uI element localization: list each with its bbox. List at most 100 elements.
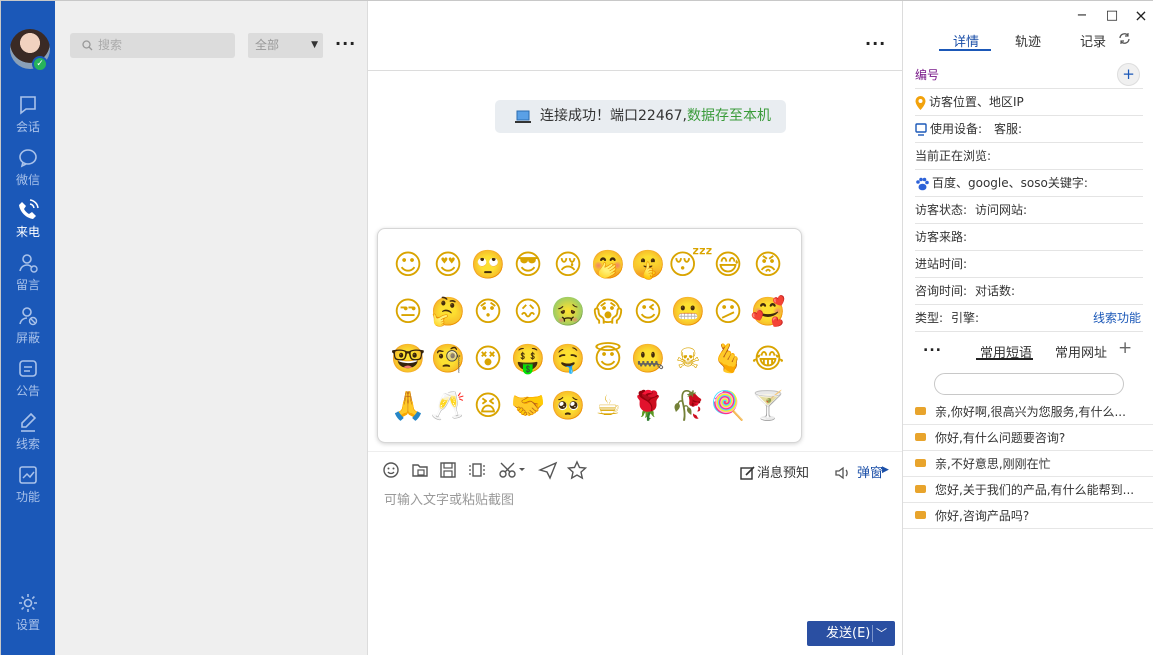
- nav-item-sessions[interactable]: 会话: [1, 94, 55, 135]
- emoji-item[interactable]: 🤑: [508, 337, 548, 384]
- send-arrow-icon[interactable]: [537, 459, 559, 481]
- emoji-item[interactable]: 🥰: [748, 290, 788, 337]
- emoji-item[interactable]: 😱: [588, 290, 628, 337]
- emoji-item[interactable]: 🤓: [388, 337, 428, 384]
- consult-time-label: 咨询时间:: [915, 284, 968, 298]
- emoji-item[interactable]: 😉: [628, 290, 668, 337]
- search-input[interactable]: 搜索: [70, 33, 235, 58]
- filter-select[interactable]: 全部 ▼: [248, 33, 323, 58]
- app-window: ✓ 会话 微信 来电 留言 屏蔽 公告 线索 功能 设置 搜索 全部 ▼ ...…: [0, 0, 1153, 655]
- caret-right-icon[interactable]: ▶: [882, 465, 889, 475]
- emoji-item[interactable]: 🌹: [628, 384, 668, 431]
- tab-common-urls[interactable]: 常用网址: [1055, 342, 1107, 361]
- nav-item-clues[interactable]: 线索: [1, 411, 55, 452]
- speaker-icon: [835, 466, 848, 480]
- nav-item-messages[interactable]: 留言: [1, 252, 55, 293]
- scissors-icon[interactable]: [497, 459, 527, 481]
- emoji-item[interactable]: 😯: [468, 290, 508, 337]
- nav-item-settings[interactable]: 设置: [1, 592, 55, 633]
- agent-label: 客服:: [994, 122, 1023, 136]
- visitor-detail-panel: − □ × 详情 轨迹 记录 编号 + 访客位置、地区IP 使用设备: 客服: 当…: [902, 1, 1153, 655]
- emoji-item[interactable]: 😍: [428, 243, 468, 290]
- emoji-item[interactable]: 😴: [668, 243, 713, 290]
- phrase-item[interactable]: 你好,咨询产品吗?: [903, 503, 1153, 529]
- nav-item-wechat[interactable]: 微信: [1, 147, 55, 188]
- gear-icon: [19, 594, 37, 612]
- emoji-item[interactable]: 🤫: [628, 243, 668, 290]
- emoji-item[interactable]: ☠: [668, 337, 708, 384]
- popup-toggle[interactable]: 弹窗: [857, 462, 883, 481]
- phrase-search-input[interactable]: [934, 373, 1124, 395]
- star-icon[interactable]: [566, 459, 588, 481]
- screen-capture-icon[interactable]: [466, 459, 488, 481]
- emoji-item[interactable]: 🍭: [708, 384, 748, 431]
- emoji-item[interactable]: 😢: [548, 243, 588, 290]
- emoji-item[interactable]: 🥺: [548, 384, 588, 431]
- folder-icon[interactable]: [409, 459, 431, 481]
- tab-details[interactable]: 详情: [953, 31, 979, 50]
- search-icon: [82, 40, 93, 51]
- emoji-item[interactable]: 🤢: [548, 290, 588, 337]
- emoji-item[interactable]: ☺: [388, 243, 428, 290]
- close-button[interactable]: ×: [1134, 8, 1148, 24]
- row-browsing: 当前正在浏览:: [915, 143, 1143, 170]
- add-button[interactable]: +: [1117, 63, 1140, 86]
- chat-panel: ... 连接成功！端口22467,数据存至本机 ☺ 😍 🙄 😎 😢 🤭 🤫 😴 😅 😡 😒 🤔 😯 😖 🤢 😱…: [368, 1, 902, 655]
- emoji-item[interactable]: 😇: [588, 337, 628, 384]
- emoji-item[interactable]: 😎: [508, 243, 548, 290]
- emoji-item[interactable]: 🤭: [588, 243, 628, 290]
- emoji-item[interactable]: ☕: [588, 384, 628, 431]
- baidu-paw-icon: [916, 177, 929, 190]
- emoji-item[interactable]: 🤐: [628, 337, 668, 384]
- nav-item-notice[interactable]: 公告: [1, 358, 55, 399]
- row-source: 访客来路:: [915, 224, 1143, 251]
- emoji-item[interactable]: 😒: [388, 290, 428, 337]
- browsing-label: 当前正在浏览:: [915, 149, 992, 163]
- tab-records[interactable]: 记录: [1080, 31, 1106, 50]
- message-user-icon: [19, 254, 38, 273]
- emoji-item[interactable]: 🥀: [668, 384, 708, 431]
- list-more-button[interactable]: ...: [335, 30, 356, 49]
- emoji-item[interactable]: 😡: [748, 243, 788, 290]
- emoji-item[interactable]: 😬: [668, 290, 708, 337]
- emoji-item[interactable]: 😖: [508, 290, 548, 337]
- refresh-icon[interactable]: [1118, 32, 1131, 45]
- maximize-button[interactable]: □: [1105, 9, 1119, 23]
- emoji-item[interactable]: 😫: [468, 384, 508, 431]
- message-preview-toggle[interactable]: 消息预知: [757, 462, 809, 481]
- phrase-item[interactable]: 您好,关于我们的产品,有什么能帮到...: [903, 477, 1153, 503]
- emoji-item[interactable]: 🤤: [548, 337, 588, 384]
- row-device: 使用设备: 客服:: [915, 116, 1143, 143]
- emoji-icon[interactable]: [380, 459, 402, 481]
- clue-function-link[interactable]: 线索功能: [1093, 305, 1141, 332]
- add-phrase-button[interactable]: +: [1118, 338, 1132, 358]
- phrase-text: 你好,咨询产品吗?: [935, 509, 1030, 523]
- chevron-down-icon[interactable]: ﹀: [876, 621, 887, 646]
- phrase-item[interactable]: 亲,不好意思,刚刚在忙: [903, 451, 1153, 477]
- emoji-item[interactable]: 🤝: [508, 384, 548, 431]
- emoji-item[interactable]: 🙏: [388, 384, 428, 431]
- emoji-item[interactable]: 🍸: [748, 384, 788, 431]
- phrase-item[interactable]: 你好,有什么问题要咨询?: [903, 425, 1153, 451]
- chat-more-button[interactable]: ...: [865, 30, 886, 49]
- emoji-item[interactable]: 🫰: [708, 337, 748, 384]
- emoji-item[interactable]: 😵: [468, 337, 508, 384]
- tab-track[interactable]: 轨迹: [1015, 31, 1041, 50]
- entry-time-label: 进站时间:: [915, 257, 968, 271]
- nav-item-functions[interactable]: 功能: [1, 464, 55, 505]
- minimize-button[interactable]: −: [1075, 9, 1089, 23]
- send-button[interactable]: 发送(E) ﹀: [807, 621, 895, 646]
- emoji-item[interactable]: 🤔: [428, 290, 468, 337]
- save-icon[interactable]: [437, 459, 459, 481]
- message-input[interactable]: 可输入文字或粘贴截图: [384, 489, 514, 508]
- phrase-more-button[interactable]: ...: [923, 339, 942, 355]
- emoji-item[interactable]: 😕: [708, 290, 748, 337]
- emoji-item[interactable]: 🥂: [428, 384, 468, 431]
- nav-item-calls[interactable]: 来电: [1, 199, 55, 240]
- emoji-item[interactable]: 🙄: [468, 243, 508, 290]
- emoji-item[interactable]: 😅: [708, 243, 748, 290]
- phrase-item[interactable]: 亲,你好啊,很高兴为您服务,有什么...: [903, 399, 1153, 425]
- emoji-item[interactable]: 🧐: [428, 337, 468, 384]
- nav-item-blocked[interactable]: 屏蔽: [1, 305, 55, 346]
- emoji-item[interactable]: 😂: [748, 337, 788, 384]
